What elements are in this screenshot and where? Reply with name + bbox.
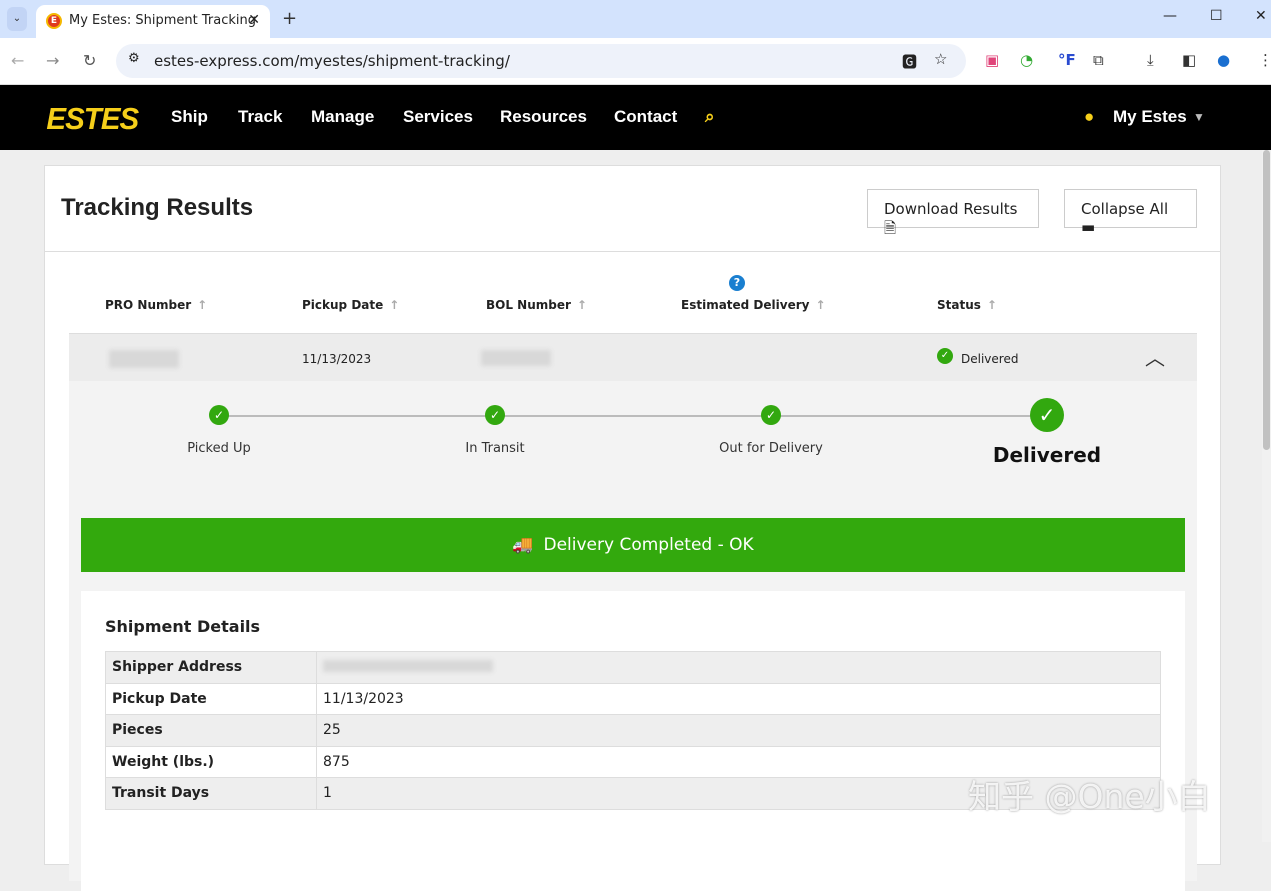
label: Pickup Date [105, 682, 317, 715]
extensions-icon[interactable]: ⧉ [1093, 51, 1104, 69]
site-navigation: ESTES Ship Track Manage Services Resourc… [0, 85, 1271, 150]
pickup-date-cell: 11/13/2023 [302, 352, 372, 366]
menu-icon[interactable]: ⋮ [1258, 51, 1271, 69]
reload-icon[interactable]: ↻ [83, 51, 96, 70]
estes-favicon-icon: E [46, 13, 62, 29]
url-text: estes-express.com/myestes/shipment-track… [154, 52, 510, 70]
column-pro-number[interactable]: PRO Number ↑ [105, 298, 207, 312]
nav-contact[interactable]: Contact [614, 107, 677, 127]
tab-search-button[interactable]: ⌄ [7, 7, 27, 31]
column-status[interactable]: Status ↑ [937, 298, 997, 312]
value: 11/13/2023 [316, 682, 1161, 715]
step-out-for-delivery: Out for Delivery [719, 441, 823, 456]
close-window-button[interactable]: ✕ [1255, 8, 1267, 24]
nav-track[interactable]: Track [238, 107, 282, 127]
site-info-icon[interactable]: ⚙ [128, 51, 140, 66]
table-row[interactable]: 11/13/2023 ✓ Delivered ︿ [69, 333, 1197, 381]
new-tab-button[interactable]: + [282, 8, 297, 29]
shipment-details: Shipment Details Shipper Address Pickup … [81, 591, 1185, 891]
user-icon: ● [1084, 107, 1095, 126]
profile-avatar[interactable]: ● [1217, 51, 1230, 69]
minus-square-icon: ▬ [1081, 218, 1096, 236]
value: 25 [316, 714, 1161, 747]
column-pickup-date[interactable]: Pickup Date ↑ [302, 298, 399, 312]
search-icon[interactable]: ⌕ [705, 107, 715, 127]
page-title: Tracking Results [61, 194, 254, 221]
maximize-button[interactable]: ☐ [1210, 8, 1223, 24]
step-delivered: Delivered [992, 443, 1102, 467]
translator-extension-icon[interactable]: ▣ [985, 51, 999, 69]
collapse-all-button[interactable]: Collapse All ▬ [1064, 189, 1197, 236]
delivery-status-banner: 🚚 Delivery Completed - OK [81, 518, 1185, 572]
nav-services[interactable]: Services [403, 107, 473, 127]
bookmark-star-icon[interactable]: ☆ [934, 50, 947, 68]
translate-icon[interactable]: 🅶 [902, 51, 917, 72]
label: Transit Days [105, 777, 317, 810]
details-title: Shipment Details [105, 617, 261, 636]
scrollbar-thumb[interactable] [1263, 150, 1270, 450]
file-download-icon: 🗎 [884, 219, 897, 237]
column-bol-number[interactable]: BOL Number ↑ [486, 298, 587, 312]
check-circle-icon: ✓ [1030, 398, 1064, 432]
check-circle-icon: ✓ [761, 405, 781, 425]
nav-ship[interactable]: Ship [171, 107, 208, 127]
label: Pieces [105, 714, 317, 747]
redacted-pro-number [109, 350, 179, 368]
label: Weight (lbs.) [105, 745, 317, 778]
column-estimated-delivery[interactable]: Estimated Delivery ↑ [681, 298, 826, 312]
url-input[interactable]: ⚙ estes-express.com/myestes/shipment-tra… [116, 44, 966, 78]
step-picked-up: Picked Up [187, 441, 251, 456]
download-icon[interactable]: ⤓ [1147, 51, 1154, 69]
estes-logo[interactable]: ESTES [46, 101, 139, 137]
check-circle-icon: ✓ [485, 405, 505, 425]
redacted-address [316, 651, 1161, 684]
tracking-results-card: Tracking Results Download Results 🗎 Coll… [44, 165, 1221, 891]
step-in-transit: In Transit [465, 441, 525, 456]
color-extension-icon[interactable]: ◔ [1020, 51, 1033, 69]
address-bar-row: ← → ↻ ⚙ estes-express.com/myestes/shipme… [0, 38, 1271, 85]
tab-title: My Estes: Shipment Tracking [69, 13, 257, 28]
back-icon[interactable]: ← [11, 51, 24, 70]
watermark: 知乎 @One小白 [968, 777, 1211, 816]
nav-resources[interactable]: Resources [500, 107, 587, 127]
temperature-extension-icon[interactable]: °F [1058, 51, 1076, 69]
browser-tab[interactable]: E My Estes: Shipment Tracking ✕ [36, 5, 270, 38]
label: Shipper Address [105, 651, 317, 684]
my-estes-menu[interactable]: My Estes [1113, 107, 1187, 127]
browser-tab-bar: ⌄ E My Estes: Shipment Tracking ✕ + — ☐ … [0, 0, 1271, 38]
redacted-bol-number [481, 350, 551, 366]
check-circle-icon: ✓ [209, 405, 229, 425]
status-cell: Delivered [961, 352, 1019, 366]
nav-manage[interactable]: Manage [311, 107, 374, 127]
truck-icon: 🚚 [512, 535, 534, 555]
chevron-up-icon[interactable]: ︿ [1145, 342, 1165, 371]
chevron-down-icon[interactable]: ▼ [1193, 110, 1205, 124]
download-results-button[interactable]: Download Results 🗎 [867, 189, 1039, 237]
side-panel-icon[interactable]: ◧ [1182, 51, 1196, 69]
forward-icon[interactable]: → [46, 51, 59, 70]
minimize-button[interactable]: — [1163, 8, 1177, 24]
help-icon[interactable]: ? [729, 275, 745, 291]
close-tab-icon[interactable]: ✕ [248, 12, 260, 28]
check-circle-icon: ✓ [937, 348, 953, 364]
progress-line [219, 415, 1049, 417]
